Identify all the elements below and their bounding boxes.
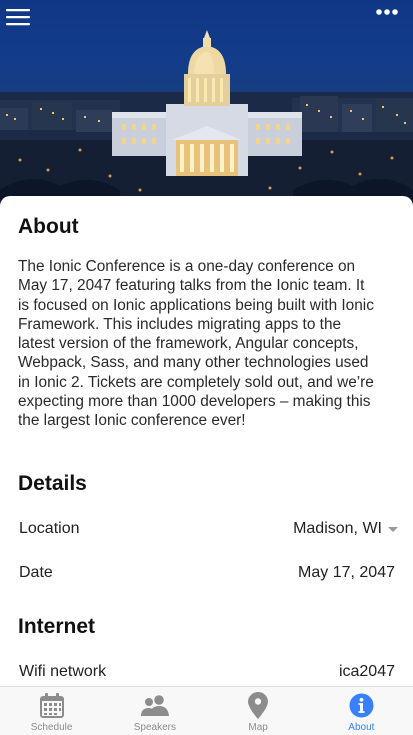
menu-button[interactable] <box>6 8 38 40</box>
wifi-label: Wifi network <box>19 663 107 680</box>
about-content: About The Ionic Conference is a one-day … <box>0 196 413 686</box>
about-line: Framework. This includes migrating apps … <box>18 315 342 333</box>
about-line: The Ionic Conference is a one-day confer… <box>18 258 356 275</box>
calendar-icon <box>39 692 65 719</box>
about-heading: About <box>18 215 79 238</box>
wifi-value: ica2047 <box>338 663 395 680</box>
about-line: in Ionic 2. Tickets are completely sold … <box>18 373 374 391</box>
wifi-network-row: Wifi network ica2047 <box>0 650 413 686</box>
capitol-illustration <box>0 30 413 212</box>
date-value: May 17, 2047 <box>298 564 395 581</box>
tab-label: Schedule <box>30 722 73 733</box>
details-heading: Details <box>18 472 87 495</box>
people-icon <box>140 692 170 719</box>
tab-about[interactable]: About <box>310 687 413 735</box>
tab-label: Speakers <box>133 722 176 733</box>
hamburger-menu-icon <box>6 9 30 26</box>
tab-label: About <box>348 722 375 733</box>
info-icon <box>349 692 374 719</box>
more-horizontal-icon <box>376 9 398 15</box>
tab-speakers[interactable]: Speakers <box>103 687 206 735</box>
dropdown-caret-icon <box>388 526 398 532</box>
location-value: Madison, WI <box>293 520 398 538</box>
about-line: Webpack, Sass, and many other technologi… <box>18 354 369 372</box>
about-line: latest version of the framework, Angular… <box>18 335 359 353</box>
about-line: is focused on Ionic applications being b… <box>18 296 374 314</box>
location-select[interactable]: Location Madison, WI <box>0 507 413 551</box>
internet-heading: Internet <box>18 615 96 638</box>
tab-schedule[interactable]: Schedule <box>0 687 103 735</box>
location-value-text: Madison, WI <box>293 520 382 537</box>
tab-label: Map <box>248 722 268 733</box>
about-line: May 17, 2047 featuring talks from the Io… <box>18 277 365 295</box>
tab-map[interactable]: Map <box>207 687 310 735</box>
about-description: The Ionic Conference is a one-day confer… <box>18 257 398 431</box>
about-line: the largest Ionic conference ever! <box>18 412 246 430</box>
location-label: Location <box>19 520 80 537</box>
date-label: Date <box>19 564 53 581</box>
more-options-button[interactable] <box>375 8 407 40</box>
hero-image <box>0 0 413 212</box>
tab-bar: Schedule Speakers Map About <box>0 686 413 735</box>
date-picker[interactable]: Date May 17, 2047 <box>0 551 413 595</box>
about-line: expecting more than 1000 developers – ma… <box>18 393 371 411</box>
map-pin-icon <box>248 692 269 719</box>
